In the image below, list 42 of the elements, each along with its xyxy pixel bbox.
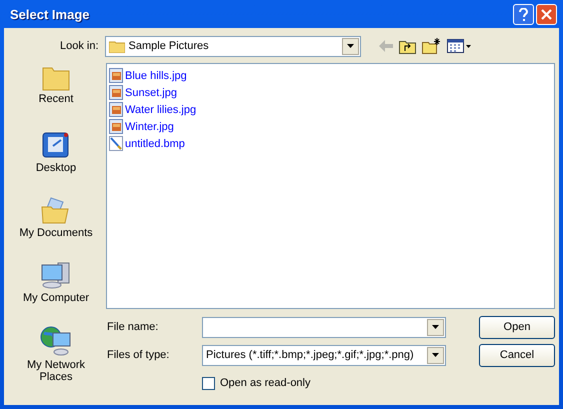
caret-icon (432, 353, 439, 357)
file-item[interactable]: Winter.jpg (109, 118, 552, 135)
file-item[interactable]: untitled.bmp (109, 135, 552, 152)
view-menu-icon[interactable] (446, 39, 471, 53)
file-type-dropdown[interactable]: Pictures (*.tiff;*.bmp;*.jpeg;*.gif;*.jpg;*.png) (202, 344, 446, 366)
read-only-checkbox[interactable] (202, 376, 215, 390)
paint-file-icon (109, 136, 123, 151)
close-button[interactable] (536, 4, 557, 24)
look-in-dropdown[interactable]: Sample Pictures (104, 36, 361, 56)
file-name-field[interactable] (202, 316, 446, 338)
places-item[interactable]: My Computer (22, 260, 90, 325)
caret-icon (432, 325, 439, 329)
file-item[interactable]: Sunset.jpg (109, 84, 552, 101)
image-file-icon (109, 68, 123, 83)
places-item[interactable]: Recent (38, 65, 74, 130)
caret-icon (346, 44, 354, 48)
close-icon (541, 8, 552, 20)
image-file-icon (109, 102, 123, 117)
network-icon (40, 325, 72, 357)
places-item[interactable]: Desktop (36, 130, 76, 195)
places-item[interactable]: My Network Places (13, 325, 99, 390)
places-item[interactable]: My Documents (19, 195, 93, 260)
file-type-label: Files of type: (107, 349, 170, 361)
desktop-icon (40, 130, 71, 160)
folder-icon (42, 65, 70, 91)
file-item[interactable]: Blue hills.jpg (109, 67, 552, 84)
help-button[interactable] (513, 4, 534, 24)
image-file-icon (109, 85, 123, 100)
new-folder-icon[interactable] (422, 38, 441, 54)
up-folder-icon[interactable] (398, 38, 416, 54)
documents-folder-icon (40, 195, 71, 225)
cancel-button[interactable]: Cancel (479, 344, 555, 366)
open-button[interactable]: Open (479, 316, 555, 338)
look-in-label: Look in: (60, 40, 99, 52)
file-item[interactable]: Water lilies.jpg (109, 101, 552, 118)
file-name-label: File name: (107, 321, 160, 333)
window-title: Select Image (10, 6, 90, 22)
help-icon (519, 8, 528, 20)
read-only-label: Open as read-only (220, 377, 310, 389)
image-file-icon (109, 119, 123, 134)
folder-icon (108, 40, 125, 52)
computer-icon (40, 260, 72, 290)
